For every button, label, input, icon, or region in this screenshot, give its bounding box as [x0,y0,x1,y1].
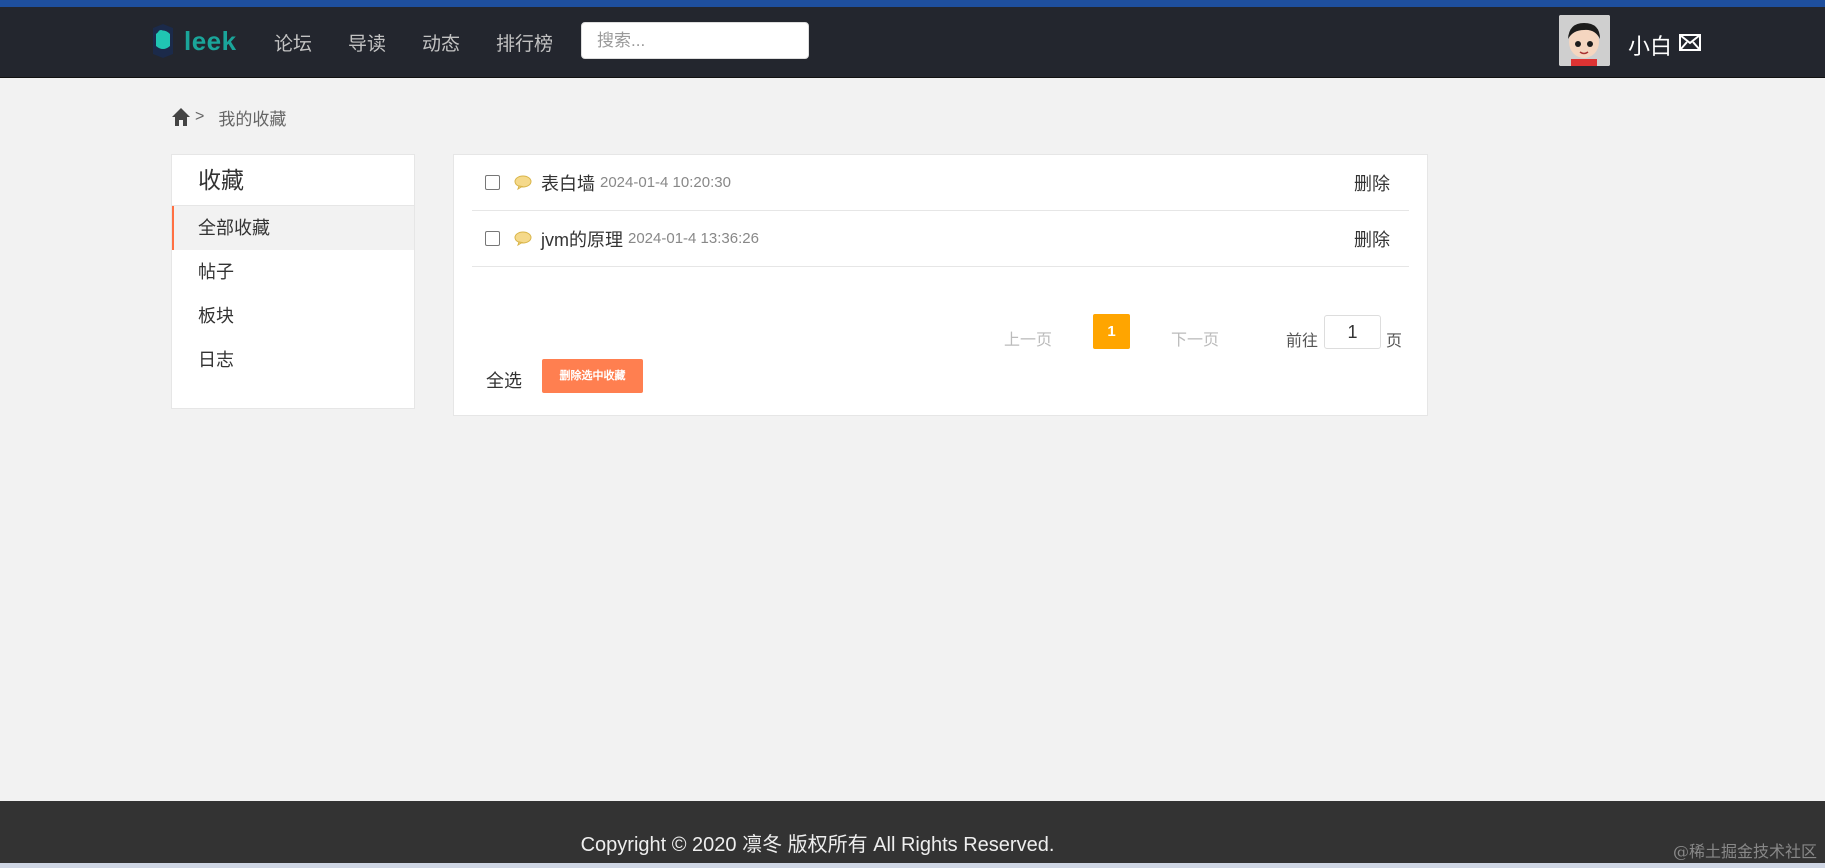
chat-bubble-icon [514,231,532,246]
sidebar-title: 收藏 [172,155,414,206]
breadcrumb-separator: > [195,108,205,125]
item-time: 2024-01-4 10:20:30 [600,174,731,191]
sidebar-item-posts[interactable]: 帖子 [172,250,414,294]
copyright-text: Copyright © 2020 凛冬 版权所有 All Rights Rese… [580,834,1055,856]
item-title[interactable]: jvm的原理 [541,226,623,252]
watermark: @稀土掘金技术社区 [1672,842,1817,861]
item-time: 2024-01-4 13:36:26 [628,230,759,247]
leek-logo-icon [153,24,173,58]
sidebar-item-logs[interactable]: 日志 [172,338,414,382]
favorites-sidebar: 收藏 全部收藏 帖子 板块 日志 [171,154,415,409]
top-header: leek 论坛 导读 动态 排行榜 小白 [0,7,1825,78]
next-page-button[interactable]: 下一页 [1171,326,1219,350]
delete-button[interactable]: 删除 [1354,226,1390,252]
top-accent-stripe [0,0,1825,7]
favorites-panel: 表白墙 2024-01-4 10:20:30 删除 jvm的原理 2024-01… [453,154,1428,416]
item-checkbox[interactable] [485,175,500,190]
item-title[interactable]: 表白墙 [541,170,595,196]
list-item: 表白墙 2024-01-4 10:20:30 删除 [472,155,1409,211]
logo-text: leek [184,25,237,56]
mail-icon[interactable] [1679,34,1701,51]
goto-label: 前往 [1286,333,1319,350]
item-checkbox[interactable] [485,231,500,246]
chat-bubble-icon [514,175,532,190]
page-number-current[interactable]: 1 [1093,314,1130,349]
username[interactable]: 小白 [1628,29,1672,61]
home-icon[interactable] [171,107,191,127]
prev-page-button[interactable]: 上一页 [1004,326,1052,350]
logo[interactable]: leek [150,19,237,63]
select-all-button[interactable]: 全选 [486,367,522,393]
list-item: jvm的原理 2024-01-4 13:36:26 删除 [472,211,1409,267]
delete-button[interactable]: 删除 [1354,170,1390,196]
avatar[interactable] [1559,15,1610,66]
main-nav: 论坛 导读 动态 排行榜 [274,7,589,78]
goto-page-input[interactable] [1324,315,1381,349]
avatar-image [1559,15,1610,66]
nav-forum[interactable]: 论坛 [274,29,312,56]
sidebar-item-boards[interactable]: 板块 [172,294,414,338]
nav-activity[interactable]: 动态 [422,29,460,56]
breadcrumb-current: 我的收藏 [218,109,287,129]
nav-guide[interactable]: 导读 [348,29,386,56]
goto-suffix: 页 [1386,333,1403,350]
nav-ranking[interactable]: 排行榜 [496,29,553,56]
breadcrumb: > 我的收藏 [171,105,286,129]
search-input[interactable] [581,22,809,59]
delete-selected-button[interactable]: 删除选中收藏 [542,359,643,393]
footer-bottom-line [0,863,1825,868]
sidebar-item-all-favorites[interactable]: 全部收藏 [172,206,414,250]
